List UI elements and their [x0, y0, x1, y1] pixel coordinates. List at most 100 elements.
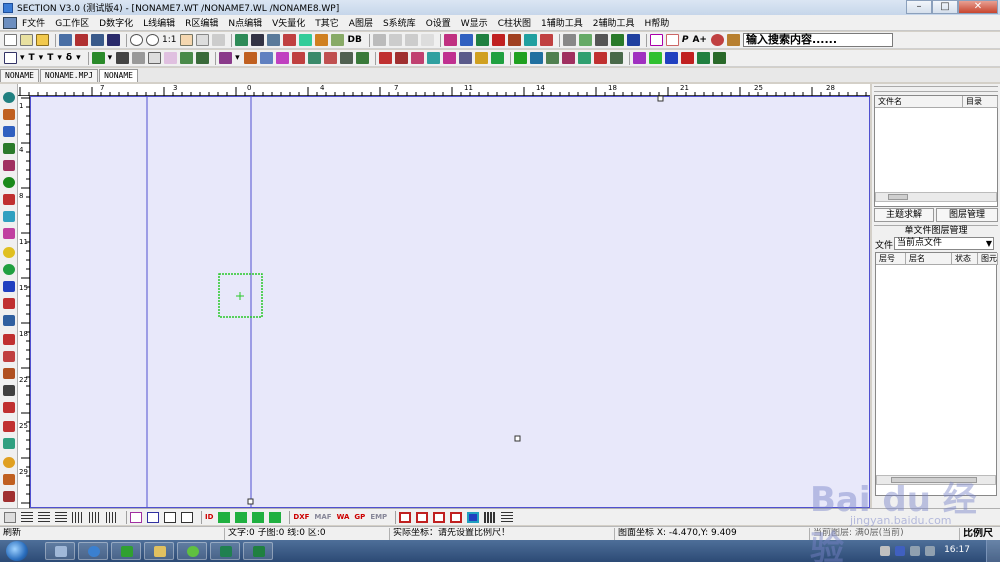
- tool-pointer-icon[interactable]: [3, 109, 15, 120]
- resize-v-icon[interactable]: [181, 511, 193, 523]
- arrow-up-icon[interactable]: [218, 511, 231, 523]
- frame-red-3-icon[interactable]: [433, 511, 446, 523]
- frame-icon[interactable]: [4, 52, 17, 64]
- attr-icon[interactable]: [632, 52, 646, 64]
- menu-region-edit[interactable]: R区编辑: [180, 16, 223, 29]
- map-canvas[interactable]: [30, 96, 870, 508]
- tool-cross-icon[interactable]: [3, 491, 15, 502]
- tool-line-icon[interactable]: [3, 194, 15, 205]
- align-top-icon[interactable]: [147, 511, 159, 523]
- frame-red-icon[interactable]: [399, 511, 412, 523]
- list-icon[interactable]: [501, 511, 514, 523]
- tool-select-icon[interactable]: [3, 126, 15, 137]
- taskbar-app-media[interactable]: [111, 542, 141, 560]
- delta-button[interactable]: δ: [66, 53, 72, 63]
- close-button[interactable]: ✕: [958, 0, 998, 14]
- resize-h-icon[interactable]: [164, 511, 176, 523]
- handle-top[interactable]: [657, 96, 664, 102]
- save-line-icon[interactable]: [75, 34, 88, 46]
- arrow-top-icon[interactable]: [252, 511, 265, 523]
- menu-system-lib[interactable]: S系统库: [378, 16, 421, 29]
- measure-icon[interactable]: [562, 34, 576, 46]
- menu-settings[interactable]: O设置: [421, 16, 456, 29]
- tab-noname[interactable]: NONAME: [0, 69, 39, 82]
- text-style-button[interactable]: T: [47, 53, 53, 63]
- dashes-icon[interactable]: [484, 511, 497, 523]
- menu-digitize[interactable]: D数字化: [94, 16, 138, 29]
- copy-icon[interactable]: [388, 34, 402, 46]
- frame-blue-icon[interactable]: [467, 511, 480, 523]
- open-folder-icon[interactable]: [36, 34, 49, 46]
- globe-icon[interactable]: [626, 34, 640, 46]
- line-join-icon[interactable]: [259, 52, 273, 64]
- pin-icon[interactable]: [710, 34, 724, 46]
- scissors-icon[interactable]: [116, 52, 130, 64]
- menu-aux-tools-1[interactable]: 1辅助工具: [536, 16, 588, 29]
- frame-red-2-icon[interactable]: [416, 511, 429, 523]
- line-break-icon[interactable]: [323, 52, 337, 64]
- node-add-icon[interactable]: [513, 52, 527, 64]
- menu-point-edit[interactable]: N点编辑: [223, 16, 267, 29]
- panel-grip[interactable]: [874, 86, 998, 92]
- tool-region-icon[interactable]: [3, 211, 15, 222]
- taskbar-app-section[interactable]: [210, 542, 240, 560]
- layer-no-column[interactable]: 层号: [876, 253, 906, 265]
- arrow-down-icon[interactable]: [235, 511, 248, 523]
- dropdown-arrow-icon[interactable]: ▾: [20, 53, 25, 63]
- new-file-icon[interactable]: [4, 34, 17, 46]
- line-node-icon[interactable]: [307, 52, 321, 64]
- point-tool-icon[interactable]: [443, 34, 457, 46]
- file-list-scrollbar[interactable]: [875, 192, 997, 202]
- columns-icon[interactable]: [89, 511, 101, 523]
- red-tool-icon[interactable]: [539, 34, 553, 46]
- region-copy-icon[interactable]: [426, 52, 440, 64]
- palette-icon[interactable]: [164, 52, 178, 64]
- start-button[interactable]: [6, 541, 28, 561]
- attr-table-icon[interactable]: [696, 52, 710, 64]
- tab-noname-mpj[interactable]: NONAME.MPJ: [39, 69, 99, 82]
- delete-icon[interactable]: [420, 34, 434, 46]
- maximize-button[interactable]: □: [932, 0, 958, 14]
- save-region-icon[interactable]: [91, 34, 104, 46]
- line-draw-icon[interactable]: [219, 52, 233, 64]
- attr-delete-icon[interactable]: [680, 52, 694, 64]
- zoom-out-icon[interactable]: [146, 34, 159, 46]
- align-center-icon[interactable]: [38, 511, 50, 523]
- pan-hand-icon[interactable]: [180, 34, 194, 46]
- tool-axis-icon[interactable]: [3, 298, 15, 309]
- region-delete-icon[interactable]: [442, 52, 456, 64]
- tool-rect-icon[interactable]: [3, 421, 15, 432]
- print-icon[interactable]: [283, 34, 297, 46]
- region-fill-icon[interactable]: [474, 52, 488, 64]
- layer-green-icon[interactable]: [235, 34, 249, 46]
- topic-solve-button[interactable]: 主题求解: [874, 208, 934, 222]
- line-delete-icon[interactable]: [291, 52, 305, 64]
- node-move-icon[interactable]: [529, 52, 543, 64]
- dxf-button[interactable]: DXF: [293, 513, 309, 521]
- bars-icon[interactable]: [106, 511, 118, 523]
- menu-other[interactable]: T其它: [310, 16, 344, 29]
- node-align-icon[interactable]: [577, 52, 591, 64]
- layer-element-column[interactable]: 图元: [978, 253, 998, 265]
- symbol-icon[interactable]: [91, 52, 105, 64]
- chevron-down-icon[interactable]: ▼: [986, 238, 992, 249]
- line-move-icon[interactable]: [275, 52, 289, 64]
- edit-text-icon[interactable]: [148, 52, 162, 64]
- tool-node-icon[interactable]: [3, 228, 15, 239]
- region-move-icon[interactable]: [458, 52, 472, 64]
- align-left-icon[interactable]: [21, 511, 33, 523]
- attr-export-icon[interactable]: [712, 52, 726, 64]
- cut-icon[interactable]: [372, 34, 386, 46]
- region-split-icon[interactable]: [394, 52, 408, 64]
- node-tool-icon[interactable]: [475, 34, 489, 46]
- wa-button[interactable]: WA: [337, 513, 350, 521]
- line-smooth-icon[interactable]: [339, 52, 353, 64]
- fill-red-icon[interactable]: [491, 34, 505, 46]
- scrollbar-thumb[interactable]: [888, 194, 908, 200]
- file-name-column[interactable]: 文件名: [875, 96, 963, 108]
- arrow-bottom-icon[interactable]: [269, 511, 282, 523]
- tool-orange-dot-icon[interactable]: [3, 457, 15, 468]
- tool-grid-icon[interactable]: [3, 438, 15, 449]
- brush-green-icon[interactable]: [610, 34, 624, 46]
- gp-button[interactable]: GP: [354, 513, 365, 521]
